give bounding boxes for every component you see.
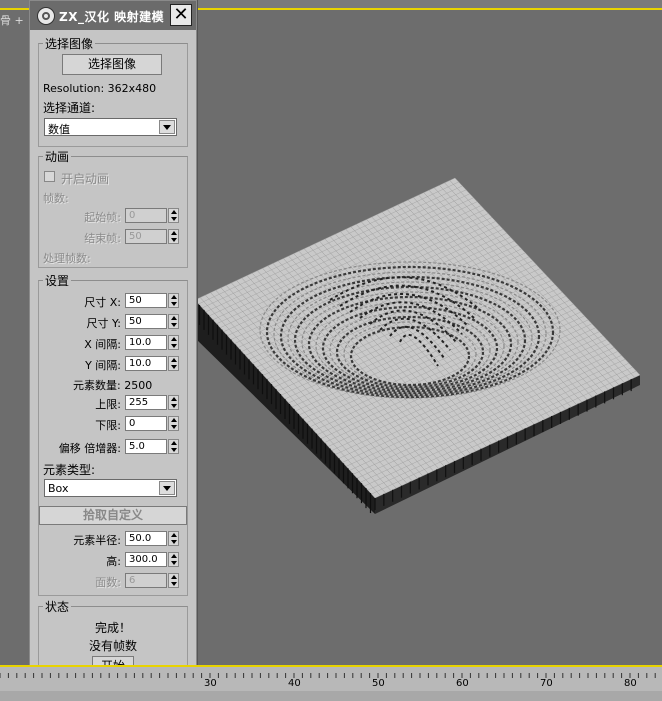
spinner-arrows-icon[interactable]	[168, 314, 179, 329]
animation-legend: 动画	[43, 148, 72, 165]
close-button[interactable]: ✕	[170, 4, 192, 26]
spinner-arrows-icon[interactable]	[168, 439, 179, 454]
frames-label: 帧数:	[43, 192, 69, 205]
faces-label: 面数:	[95, 576, 121, 589]
resolution-text: Resolution: 362x480	[43, 82, 157, 95]
channel-label: 选择通道:	[43, 101, 96, 115]
select-image-group: 选择图像 选择图像 Resolution: 362x480 选择通道: 数值	[38, 35, 188, 147]
tick-label: 30	[204, 678, 217, 689]
zx-mapping-rollout-panel: ZX_汉化 映射建模 ✕ 选择图像 选择图像 Resolution: 362x4…	[29, 0, 197, 686]
lower-limit-field[interactable]: 0	[125, 416, 167, 431]
status-legend: 状态	[43, 598, 72, 615]
select-image-button[interactable]: 选择图像	[62, 54, 162, 75]
faces-field[interactable]: 6	[125, 573, 167, 588]
spinner-arrows-icon[interactable]	[168, 229, 179, 244]
start-frame-label: 起始帧:	[84, 211, 121, 224]
enable-animation-checkbox[interactable]	[44, 171, 55, 182]
lower-limit-spinner[interactable]: 0	[125, 416, 180, 431]
faces-spinner[interactable]: 6	[125, 573, 180, 588]
size-x-field[interactable]: 50	[125, 293, 167, 308]
window-title: ZX_汉化 映射建模	[59, 10, 165, 24]
end-frame-field[interactable]: 50	[125, 229, 167, 244]
upper-limit-label: 上限:	[95, 398, 121, 411]
size-x-label: 尺寸 X:	[84, 296, 121, 309]
end-frame-label: 结束帧:	[84, 232, 121, 245]
timeline-ruler[interactable]	[0, 673, 662, 689]
gap-y-spinner[interactable]: 10.0	[125, 356, 180, 371]
time-slider-track[interactable]	[0, 691, 662, 701]
spinner-arrows-icon[interactable]	[168, 293, 179, 308]
enable-animation-label: 开启动画	[61, 172, 110, 186]
size-y-label: 尺寸 Y:	[86, 317, 121, 330]
spinner-arrows-icon[interactable]	[168, 395, 179, 410]
spinner-arrows-icon[interactable]	[168, 335, 179, 350]
gap-y-label: Y 间隔:	[85, 359, 121, 372]
start-frame-field[interactable]: 0	[125, 208, 167, 223]
element-count-text: 元素数量: 2500	[73, 379, 153, 392]
status-done-text: 完成！	[94, 621, 131, 635]
gap-y-field[interactable]: 10.0	[125, 356, 167, 371]
element-radius-label: 元素半径:	[73, 534, 121, 547]
spinner-arrows-icon[interactable]	[168, 416, 179, 431]
size-x-spinner[interactable]: 50	[125, 293, 180, 308]
title-bar[interactable]: ZX_汉化 映射建模 ✕	[30, 1, 196, 30]
start-frame-spinner[interactable]: 0	[125, 208, 180, 223]
timeline-bar[interactable]: 30 40 50 60 70 80	[0, 665, 662, 701]
height-spinner[interactable]: 300.0	[125, 552, 180, 567]
upper-limit-spinner[interactable]: 255	[125, 395, 180, 410]
size-y-field[interactable]: 50	[125, 314, 167, 329]
tick-label: 50	[372, 678, 385, 689]
spinner-arrows-icon[interactable]	[168, 208, 179, 223]
end-frame-spinner[interactable]: 50	[125, 229, 180, 244]
process-frames-label: 处理帧数:	[43, 252, 91, 265]
upper-limit-field[interactable]: 255	[125, 395, 167, 410]
chevron-down-icon[interactable]	[159, 120, 175, 134]
settings-legend: 设置	[43, 272, 72, 289]
chevron-down-icon[interactable]	[159, 481, 175, 495]
channel-value: 数值	[48, 123, 70, 136]
size-y-spinner[interactable]: 50	[125, 314, 180, 329]
element-radius-field[interactable]: 50.0	[125, 531, 167, 546]
tick-label: 40	[288, 678, 301, 689]
height-field[interactable]: 300.0	[125, 552, 167, 567]
animation-group: 动画 开启动画 帧数: 起始帧: 0 结束帧: 50 处理帧数:	[38, 148, 188, 268]
element-type-label: 元素类型:	[43, 463, 96, 477]
element-type-value: Box	[48, 482, 69, 495]
tick-label: 60	[456, 678, 469, 689]
status-no-frames-text: 没有帧数	[88, 639, 137, 653]
app-logo-icon	[37, 7, 55, 25]
channel-dropdown[interactable]: 数值	[44, 118, 177, 136]
select-image-legend: 选择图像	[43, 35, 96, 52]
height-label: 高:	[106, 555, 121, 568]
element-radius-spinner[interactable]: 50.0	[125, 531, 180, 546]
spinner-arrows-icon[interactable]	[168, 573, 179, 588]
offset-multiplier-field[interactable]: 5.0	[125, 439, 167, 454]
element-type-dropdown[interactable]: Box	[44, 479, 177, 497]
offset-multiplier-spinner[interactable]: 5.0	[125, 439, 180, 454]
gap-x-label: X 间隔:	[84, 338, 121, 351]
pick-custom-button[interactable]: 拾取自定义	[39, 506, 187, 525]
gap-x-field[interactable]: 10.0	[125, 335, 167, 350]
tick-label: 80	[624, 678, 637, 689]
tick-label: 70	[540, 678, 553, 689]
spinner-arrows-icon[interactable]	[168, 356, 179, 371]
spinner-arrows-icon[interactable]	[168, 552, 179, 567]
gap-x-spinner[interactable]: 10.0	[125, 335, 180, 350]
settings-group: 设置 尺寸 X: 50 尺寸 Y: 50 X 间隔: 10.0 Y 间隔: 10…	[38, 272, 188, 596]
spinner-arrows-icon[interactable]	[168, 531, 179, 546]
lower-limit-label: 下限:	[95, 419, 121, 432]
offset-multiplier-label: 偏移 倍增器:	[58, 442, 121, 455]
